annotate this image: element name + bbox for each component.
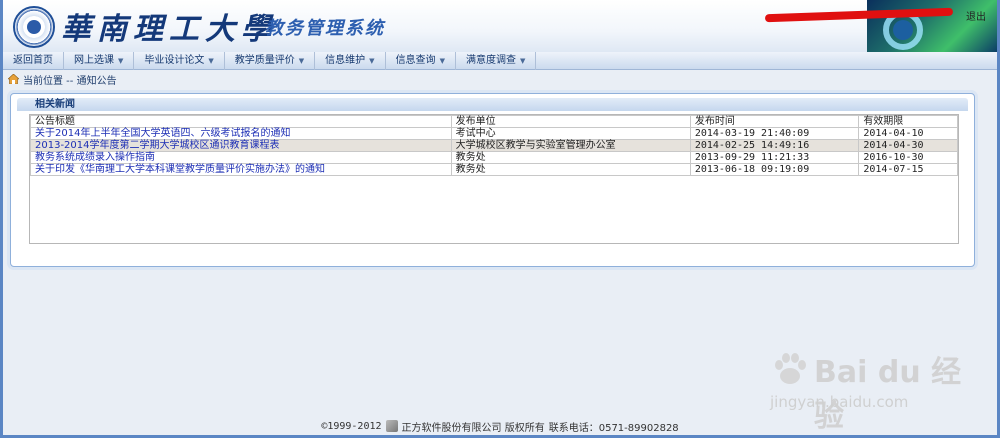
nav-item-3[interactable]: 教学质量评价 ▼: [225, 51, 316, 70]
nav-item-5[interactable]: 信息查询 ▼: [386, 51, 456, 70]
news-time: 2013-06-18 09:19:09: [689, 163, 860, 176]
university-seal-logo: [13, 6, 55, 48]
column-header-unit: 发布单位: [450, 115, 691, 128]
table-row: 2013-2014学年度第二学期大学城校区通识教育课程表 大学城校区教学与实验室…: [30, 139, 958, 152]
nav-item-label: 返回首页: [13, 54, 53, 66]
company-logo-icon: [385, 420, 398, 432]
news-table-container: 公告标题 发布单位 发布时间 有效期限 关于2014年上半年全国大学英语四、六级…: [29, 114, 959, 244]
news-title-link[interactable]: 教务系统成绩录入操作指南: [30, 151, 452, 164]
news-title-link[interactable]: 关于2014年上半年全国大学英语四、六级考试报名的通知: [30, 127, 452, 140]
panel-title: 相关新闻: [17, 98, 968, 111]
logout-link[interactable]: 退出: [966, 8, 986, 23]
chevron-down-icon: ▼: [298, 56, 305, 65]
footer-phone: 联系电话：0571-89902828: [548, 422, 679, 434]
news-expiry: 2014-04-30: [858, 139, 958, 152]
footer-company: 正方软件股份有限公司 版权所有: [401, 422, 545, 434]
nav-item-label: 信息查询: [395, 54, 436, 66]
chevron-down-icon: ▼: [439, 56, 445, 65]
news-unit: 考试中心: [450, 127, 691, 140]
university-name: 華南理工大學: [61, 12, 277, 47]
column-header-title: 公告标题: [30, 115, 452, 128]
breadcrumb: 当前位置 -- 通知公告: [8, 72, 117, 87]
news-panel: 相关新闻 公告标题 发布单位 发布时间 有效期限 关于2014年上半年全国大学英…: [10, 93, 975, 267]
news-table: 公告标题 发布单位 发布时间 有效期限 关于2014年上半年全国大学英语四、六级…: [30, 115, 958, 176]
table-header-row: 公告标题 发布单位 发布时间 有效期限: [30, 115, 958, 128]
footer-copyright: ©1999-2012: [321, 420, 382, 432]
table-row: 关于印发《华南理工大学本科课堂教学质量评价实施办法》的通知 教务处 2013-0…: [30, 163, 958, 176]
footer: ©1999-2012 正方软件股份有限公司 版权所有 联系电话：0571-899…: [0, 419, 1000, 434]
nav-item-label: 满意度调查: [465, 54, 516, 66]
table-row: 教务系统成绩录入操作指南 教务处 2013-09-29 11:21:33 201…: [30, 151, 958, 164]
home-icon: [8, 74, 19, 84]
column-header-expiry: 有效期限: [858, 115, 958, 128]
news-time: 2014-03-19 21:40:09: [689, 127, 860, 140]
news-unit: 教务处: [450, 151, 691, 164]
chevron-down-icon: ▼: [519, 56, 526, 65]
nav-item-4[interactable]: 信息维护 ▼: [315, 51, 386, 70]
watermark-url: jingyan.baidu.com: [770, 393, 909, 411]
news-time: 2013-09-29 11:21:33: [689, 151, 860, 164]
news-expiry: 2014-04-10: [858, 127, 958, 140]
main-nav: 返回首页 网上选课 ▼ 毕业设计论文 ▼ 教学质量评价 ▼ 信息维护 ▼ 信息查询 ▼ 满意度调查 ▼: [3, 51, 997, 70]
news-unit: 大学城校区教学与实验室管理办公室: [450, 139, 691, 152]
nav-item-0[interactable]: 返回首页: [3, 51, 64, 70]
news-unit: 教务处: [450, 163, 691, 176]
news-title-link[interactable]: 2013-2014学年度第二学期大学城校区通识教育课程表: [30, 139, 452, 152]
news-title-link[interactable]: 关于印发《华南理工大学本科课堂教学质量评价实施办法》的通知: [30, 163, 452, 176]
table-row: 关于2014年上半年全国大学英语四、六级考试报名的通知 考试中心 2014-03…: [30, 127, 958, 140]
column-header-time: 发布时间: [689, 115, 860, 128]
user-info: [764, 7, 965, 23]
nav-item-label: 信息维护: [325, 54, 366, 66]
baidu-jingyan-watermark: Bai du 经验 jingyan.baidu.com: [770, 345, 980, 434]
system-name: 教务管理系统: [265, 18, 385, 39]
chevron-down-icon: ▼: [369, 56, 375, 65]
nav-item-label: 毕业设计论文: [144, 54, 205, 66]
paw-icon: [775, 353, 806, 384]
news-expiry: 2016-10-30: [858, 151, 958, 164]
nav-item-1[interactable]: 网上选课 ▼: [64, 51, 135, 70]
chevron-down-icon: ▼: [208, 56, 214, 65]
chevron-down-icon: ▼: [118, 56, 124, 65]
nav-item-label: 教学质量评价: [234, 54, 295, 66]
breadcrumb-text: 当前位置 -- 通知公告: [23, 75, 117, 87]
nav-item-label: 网上选课: [74, 54, 114, 66]
nav-item-6[interactable]: 满意度调查 ▼: [456, 51, 537, 70]
news-time: 2014-02-25 14:49:16: [689, 139, 860, 152]
nav-item-2[interactable]: 毕业设计论文 ▼: [134, 51, 225, 70]
news-expiry: 2014-07-15: [858, 163, 958, 176]
